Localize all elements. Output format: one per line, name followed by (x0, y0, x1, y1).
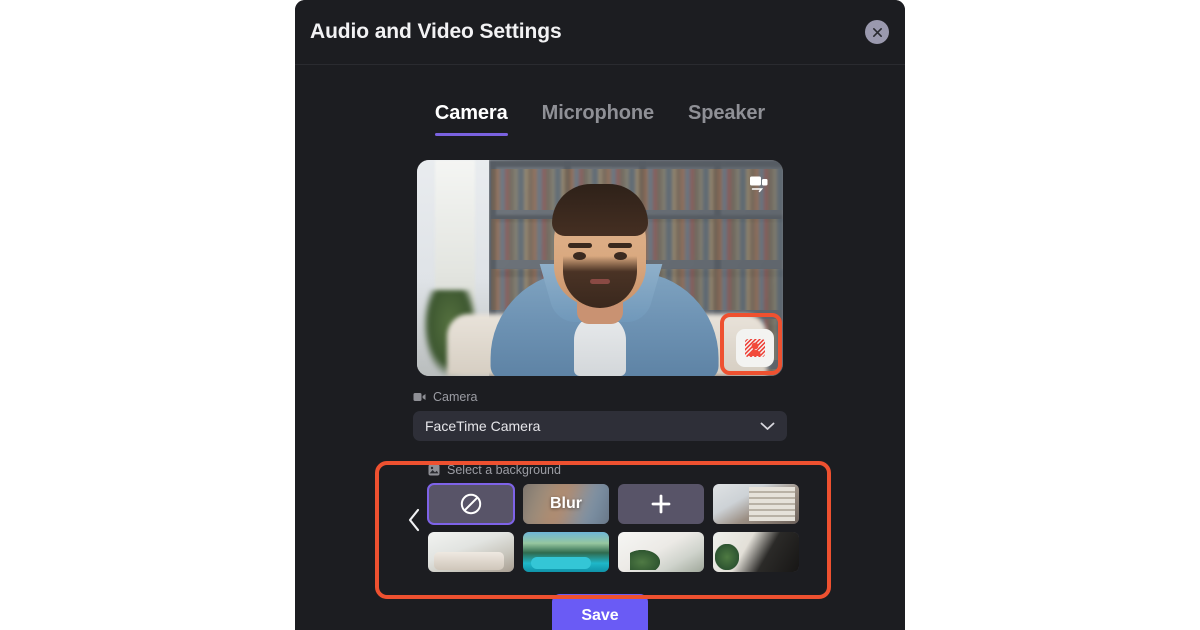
background-thumb-add[interactable] (618, 484, 704, 524)
background-thumb-living-room[interactable] (428, 532, 514, 572)
camera-field-label: Camera (413, 390, 787, 404)
chevron-left-icon[interactable] (406, 507, 423, 538)
preview-video-feed (417, 160, 783, 376)
save-button[interactable]: Save (552, 594, 648, 630)
video-camera-icon (413, 393, 426, 401)
background-thumb-home-office[interactable] (713, 484, 799, 524)
plus-icon (651, 494, 671, 514)
audio-video-settings-modal: Audio and Video Settings Camera Micropho… (295, 0, 905, 630)
camera-select-block: Camera FaceTime Camera (413, 390, 787, 441)
background-thumb-lounge[interactable] (713, 532, 799, 572)
tab-speaker[interactable]: Speaker (688, 102, 765, 136)
background-thumb-blur[interactable]: Blur (523, 484, 609, 524)
camera-select[interactable]: FaceTime Camera (413, 411, 787, 441)
background-picker: Select a background Blur (408, 463, 799, 572)
camera-preview (417, 160, 783, 376)
background-thumb-poolside[interactable] (523, 532, 609, 572)
close-icon[interactable] (865, 20, 889, 44)
modal-header: Audio and Video Settings (295, 0, 905, 65)
camera-label-text: Camera (433, 390, 478, 404)
modal-footer: Save (295, 594, 905, 630)
page-title: Audio and Video Settings (310, 20, 562, 43)
image-icon (428, 464, 440, 476)
tab-camera[interactable]: Camera (434, 102, 508, 136)
background-field-label: Select a background (428, 463, 787, 477)
preview-person (417, 160, 783, 376)
tab-microphone[interactable]: Microphone (542, 102, 654, 136)
background-effects-button[interactable] (736, 329, 774, 367)
screenshot-stage: Audio and Video Settings Camera Micropho… (0, 0, 1200, 630)
screen-share-icon[interactable] (746, 171, 772, 197)
settings-tabs: Camera Microphone Speaker (295, 102, 905, 136)
background-thumb-blur-label: Blur (550, 495, 582, 512)
camera-select-value: FaceTime Camera (425, 418, 541, 434)
no-background-icon (460, 493, 482, 515)
background-effects-icon (745, 339, 765, 357)
background-thumbnail-grid: Blur (427, 483, 799, 572)
background-label-text: Select a background (447, 463, 561, 477)
background-thumb-none[interactable] (427, 483, 515, 525)
chevron-down-icon (760, 418, 775, 434)
background-thumb-bedroom[interactable] (618, 532, 704, 572)
